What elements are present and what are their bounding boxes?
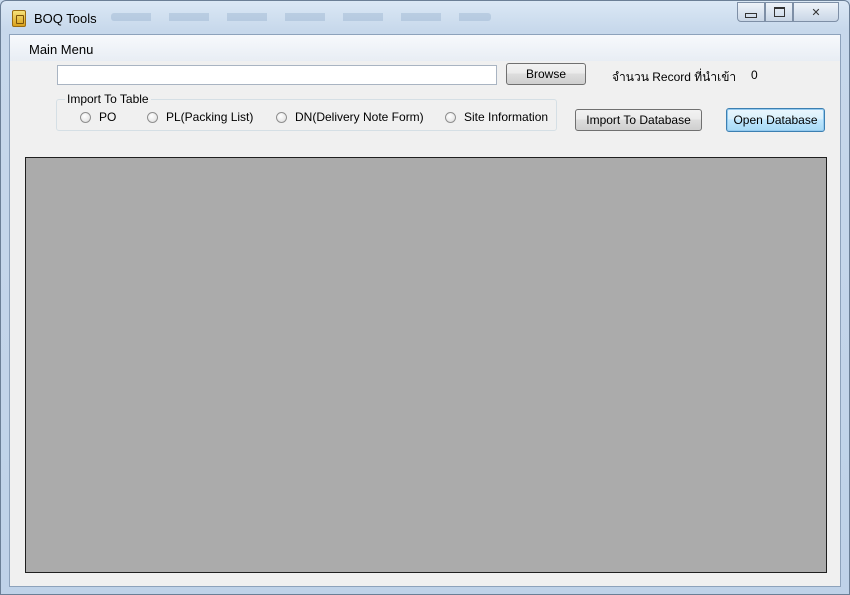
file-path-input[interactable]	[57, 65, 497, 85]
minimize-icon	[745, 12, 757, 18]
maximize-icon	[773, 7, 785, 17]
open-database-button[interactable]: Open Database	[726, 108, 825, 132]
minimize-button[interactable]	[737, 2, 765, 22]
radio-label: PL(Packing List)	[166, 110, 254, 124]
window-title: BOQ Tools	[34, 11, 97, 26]
import-to-table-legend: Import To Table	[65, 92, 151, 106]
radio-button-icon[interactable]	[147, 111, 158, 123]
radio-button-icon[interactable]	[80, 111, 91, 123]
app-icon	[12, 10, 26, 27]
close-button[interactable]: ✕	[793, 2, 839, 22]
close-icon: ✕	[811, 6, 821, 19]
record-count-value: 0	[751, 68, 758, 82]
import-to-database-button[interactable]: Import To Database	[575, 109, 702, 131]
browse-button[interactable]: Browse	[506, 63, 586, 85]
title-bar[interactable]: BOQ Tools ✕	[1, 1, 849, 33]
client-area: Main Menu Browse จำนวน Record ที่นำเข้า …	[9, 34, 841, 587]
background-window-ghost	[111, 13, 491, 21]
radio-delivery-note[interactable]: DN(Delivery Note Form)	[276, 110, 424, 124]
window-controls: ✕	[737, 2, 839, 24]
radio-label: PO	[99, 110, 117, 124]
radio-label: DN(Delivery Note Form)	[295, 110, 424, 124]
radio-packing-list[interactable]: PL(Packing List)	[147, 110, 253, 124]
radio-button-icon[interactable]	[445, 111, 456, 123]
radio-po[interactable]: PO	[80, 110, 116, 124]
menu-bar: Main Menu	[10, 35, 840, 61]
radio-site-information[interactable]: Site Information	[445, 110, 548, 124]
maximize-button[interactable]	[765, 2, 793, 22]
radio-label: Site Information	[464, 110, 549, 124]
record-count-label: จำนวน Record ที่นำเข้า	[612, 70, 737, 84]
menu-item-main-menu[interactable]: Main Menu	[24, 40, 98, 59]
radio-button-icon[interactable]	[276, 111, 287, 123]
data-grid[interactable]	[25, 157, 827, 573]
app-window: BOQ Tools ✕ Main Menu Browse จำนวน Recor…	[0, 0, 850, 595]
